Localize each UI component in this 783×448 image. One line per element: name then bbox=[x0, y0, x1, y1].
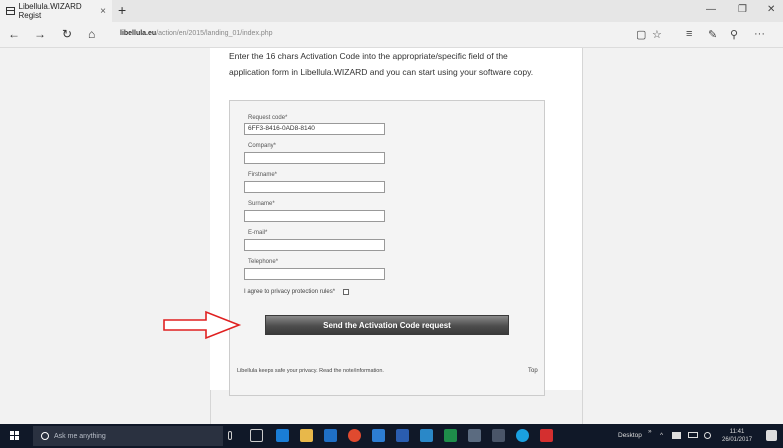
new-tab-button[interactable]: + bbox=[118, 2, 126, 18]
url-host: libellula.eu bbox=[120, 30, 157, 37]
address-bar: ← → ↻ ⌂ libellula.eu/action/en/2015/land… bbox=[0, 22, 783, 48]
reading-view-icon[interactable]: ▢ bbox=[636, 28, 646, 41]
close-window-button[interactable]: ✕ bbox=[767, 4, 775, 15]
app-icon[interactable] bbox=[540, 429, 553, 442]
request-code-label: Request code* bbox=[248, 115, 288, 121]
store-icon[interactable] bbox=[372, 429, 385, 442]
app-icon[interactable] bbox=[492, 429, 505, 442]
outlook-icon[interactable] bbox=[324, 429, 337, 442]
intro-line: application form in Libellula.WIZARD and… bbox=[229, 67, 534, 77]
browser-tab[interactable]: Libellula.WIZARD Regist × bbox=[0, 0, 112, 22]
url-path: /action/en/2015/landing_01/index.php bbox=[156, 30, 273, 37]
start-button[interactable] bbox=[10, 431, 20, 441]
company-field[interactable] bbox=[244, 152, 385, 164]
search-placeholder: Ask me anything bbox=[54, 432, 106, 440]
firstname-label: Firstname* bbox=[248, 172, 278, 178]
microphone-icon[interactable] bbox=[228, 431, 232, 440]
telephone-label: Telephone* bbox=[248, 259, 279, 265]
taskbar: Ask me anything Desktop » ^ 11:41 26/01/… bbox=[0, 424, 783, 448]
title-bar: Libellula.WIZARD Regist × + — ❐ ✕ bbox=[0, 0, 783, 22]
company-label: Company* bbox=[248, 143, 277, 149]
refresh-icon[interactable]: ↻ bbox=[62, 27, 72, 41]
share-icon[interactable]: ⚲ bbox=[730, 28, 738, 41]
hub-icon[interactable]: ≡ bbox=[686, 28, 692, 40]
clock-time: 11:41 bbox=[729, 429, 745, 435]
system-clock[interactable]: 11:41 26/01/2017 bbox=[722, 428, 752, 444]
telephone-field[interactable] bbox=[244, 268, 385, 280]
privacy-agree-row: I agree to privacy protection rules* bbox=[244, 289, 350, 295]
edge-icon[interactable] bbox=[276, 429, 289, 442]
cortana-icon bbox=[41, 432, 49, 440]
desktop-toolbar-label[interactable]: Desktop bbox=[618, 432, 642, 439]
word-icon[interactable] bbox=[396, 429, 409, 442]
firstname-field[interactable] bbox=[244, 181, 385, 193]
minimize-button[interactable]: — bbox=[706, 4, 716, 15]
app-icon[interactable] bbox=[420, 429, 433, 442]
battery-icon[interactable] bbox=[688, 432, 698, 438]
favorite-icon[interactable]: ☆ bbox=[652, 28, 662, 41]
notifications-icon[interactable] bbox=[766, 430, 777, 441]
column-divider bbox=[582, 48, 583, 424]
privacy-agree-label: I agree to privacy protection rules* bbox=[244, 289, 336, 295]
privacy-checkbox[interactable] bbox=[343, 289, 350, 295]
surname-field[interactable] bbox=[244, 210, 385, 222]
tray-expand-icon[interactable]: ^ bbox=[660, 432, 663, 439]
forward-icon[interactable]: → bbox=[34, 27, 46, 41]
web-note-icon[interactable]: ✎ bbox=[708, 28, 717, 41]
more-icon[interactable]: ··· bbox=[754, 28, 765, 40]
page-icon bbox=[6, 7, 15, 15]
request-code-field[interactable]: 6FF3-8416-0AD8-8140 bbox=[244, 123, 385, 135]
home-icon[interactable]: ⌂ bbox=[88, 27, 95, 41]
url-field[interactable]: libellula.eu/action/en/2015/landing_01/i… bbox=[120, 30, 273, 37]
skype-icon[interactable] bbox=[516, 429, 529, 442]
intro-text: Enter the 16 chars Activation Code into … bbox=[229, 48, 569, 80]
toolbar-chevron[interactable]: » bbox=[648, 428, 652, 435]
web-page: Enter the 16 chars Activation Code into … bbox=[0, 48, 783, 424]
tab-title: Libellula.WIZARD Regist bbox=[18, 2, 82, 20]
intro-line: Enter the 16 chars Activation Code into … bbox=[229, 51, 508, 61]
task-view-icon[interactable] bbox=[250, 429, 263, 442]
network-icon[interactable] bbox=[672, 432, 681, 439]
back-icon[interactable]: ← bbox=[8, 27, 20, 41]
clock-date: 26/01/2017 bbox=[722, 437, 753, 443]
email-field[interactable] bbox=[244, 239, 385, 251]
app-icon[interactable] bbox=[468, 429, 481, 442]
volume-icon[interactable] bbox=[704, 432, 711, 439]
top-link[interactable]: Top bbox=[528, 368, 538, 374]
tab-close-icon[interactable]: × bbox=[100, 6, 106, 17]
file-explorer-icon[interactable] bbox=[300, 429, 313, 442]
chrome-icon[interactable] bbox=[348, 429, 361, 442]
restore-button[interactable]: ❐ bbox=[738, 4, 747, 15]
privacy-note-link[interactable]: Libellula keeps safe your privacy. Read … bbox=[237, 368, 384, 374]
send-activation-request-button[interactable]: Send the Activation Code request bbox=[265, 315, 509, 335]
surname-label: Surname* bbox=[248, 201, 275, 207]
excel-icon[interactable] bbox=[444, 429, 457, 442]
cortana-search-box[interactable]: Ask me anything bbox=[33, 426, 223, 446]
email-label: E-mail* bbox=[248, 230, 268, 236]
red-arrow-icon bbox=[163, 310, 242, 340]
